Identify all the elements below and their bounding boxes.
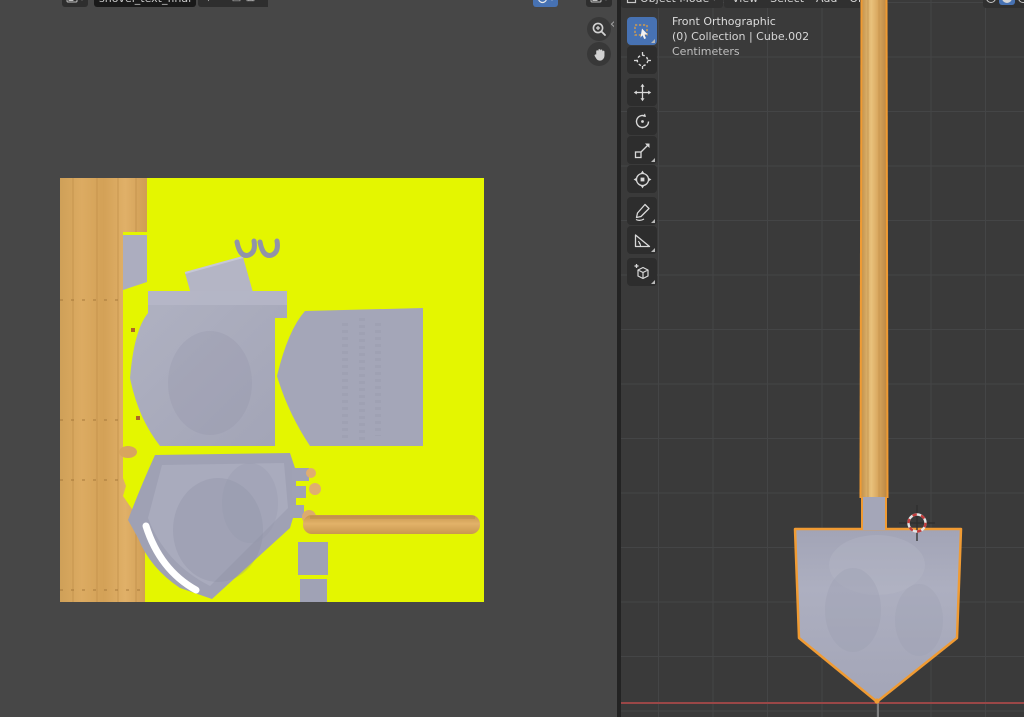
- shovel-handle: [861, 0, 888, 498]
- object-origin: [874, 698, 879, 703]
- uv-texture-image[interactable]: [60, 178, 484, 602]
- viewport-menubar[interactable]: View Select Add Object: [724, 0, 860, 9]
- blade-back-piece: [277, 308, 423, 446]
- wood-tab: [119, 446, 137, 458]
- blade-mottle: [222, 463, 278, 543]
- chevron-down-icon: ▾: [550, 0, 554, 3]
- viewport-canvas[interactable]: [621, 0, 1024, 717]
- display-channels-button[interactable]: ▾: [533, 0, 561, 9]
- new-image-icon[interactable]: ▤: [230, 0, 243, 7]
- shovel-socket: [861, 497, 887, 530]
- zoom-button[interactable]: [587, 17, 611, 41]
- blade-tab: [292, 486, 306, 498]
- metal-plate: [300, 579, 327, 602]
- blade-mottle: [895, 584, 943, 656]
- solid-shading-active[interactable]: [999, 0, 1015, 5]
- object-mode-icon: [626, 0, 637, 4]
- magnifier-plus-icon: [591, 21, 607, 37]
- active-object-label: (0) Collection | Cube.002: [672, 29, 809, 44]
- blade-rim: [148, 291, 287, 305]
- cursor-tool-icon: [633, 51, 652, 70]
- image-browse-icon: [66, 0, 78, 4]
- units-label: Centimeters: [672, 44, 809, 59]
- tool-measure[interactable]: [627, 226, 657, 254]
- blade-tab: [290, 505, 304, 518]
- external-arrow-icon: ↗: [280, 0, 288, 7]
- rotate-icon: [633, 112, 652, 131]
- tool-rotate[interactable]: [627, 107, 657, 135]
- material-shading-icon[interactable]: [1018, 0, 1024, 3]
- mode-dropdown[interactable]: Object Mode ▾: [621, 0, 723, 9]
- chevron-down-icon: ▾: [712, 0, 716, 3]
- viewport-3d[interactable]: Object Mode ▾ View Select Add Object Fro…: [621, 0, 1024, 717]
- viewport-overlay-text: Front Orthographic (0) Collection | Cube…: [672, 14, 809, 59]
- wireframe-shading-icon[interactable]: [986, 0, 996, 3]
- external-edit-button[interactable]: ↗: [280, 0, 298, 9]
- image-pin-button[interactable]: ▾: [586, 0, 616, 9]
- metal-plate: [298, 542, 328, 575]
- uv-image-editor[interactable]: ▾ shovel_text_final ▼ ♥ ▤ ▦ ✕ ↗: [0, 0, 617, 717]
- menu-view[interactable]: View: [726, 0, 764, 5]
- annotate-pencil-icon: [633, 202, 652, 221]
- hand-icon: [592, 47, 607, 62]
- transform-icon: [633, 170, 652, 189]
- move-icon: [633, 83, 652, 102]
- image-icon: [590, 0, 602, 4]
- menu-select[interactable]: Select: [764, 0, 810, 5]
- blender-window: ▾ shovel_text_final ▼ ♥ ▤ ▦ ✕ ↗: [0, 0, 1024, 717]
- mode-label: Object Mode: [640, 0, 709, 5]
- tool-transform[interactable]: [627, 165, 657, 193]
- unlink-icon[interactable]: ✕: [258, 0, 268, 7]
- stick-shadow: [310, 516, 475, 519]
- image-browse-button[interactable]: ▾: [62, 0, 92, 9]
- image-name-field[interactable]: shovel_text_final: [94, 0, 196, 9]
- pan-button[interactable]: [587, 42, 611, 66]
- tool-cursor[interactable]: [627, 46, 657, 74]
- tan-blob: [309, 483, 321, 495]
- tool-move[interactable]: [627, 78, 657, 106]
- chevron-down-icon: ▾: [604, 0, 608, 3]
- tool-scale[interactable]: [627, 136, 657, 164]
- tool-add-cube[interactable]: [627, 258, 657, 286]
- metal-piece-small: [123, 235, 147, 290]
- fake-user-icon[interactable]: ♥: [216, 0, 229, 7]
- select-box-icon: [633, 22, 652, 41]
- scale-icon: [633, 141, 652, 160]
- pack-icon[interactable]: ▦: [244, 0, 257, 7]
- handle-selection-edge: [887, 0, 888, 498]
- add-cube-icon: [633, 263, 652, 282]
- menu-add[interactable]: Add: [810, 0, 843, 5]
- red-speck: [131, 328, 135, 332]
- shading-mode-buttons[interactable]: [983, 0, 1024, 9]
- display-mode-icon: [537, 0, 548, 4]
- view-name-label: Front Orthographic: [672, 14, 809, 29]
- collapse-arrow-icon[interactable]: ‹: [610, 20, 615, 30]
- handle-selection-edge: [861, 0, 862, 498]
- pin-icon[interactable]: ▼: [202, 0, 215, 7]
- blade-mottle: [825, 568, 881, 652]
- tool-annotate[interactable]: [627, 197, 657, 225]
- red-speck: [136, 416, 140, 420]
- solid-shading-icon: [1002, 0, 1012, 3]
- blade-mottle: [168, 331, 252, 435]
- tan-blob: [306, 468, 316, 478]
- image-header-icons[interactable]: ▼ ♥ ▤ ▦ ✕: [198, 0, 268, 9]
- chevron-down-icon: ▾: [80, 0, 84, 3]
- menu-object[interactable]: Object: [843, 0, 860, 5]
- tool-select-box[interactable]: [627, 17, 657, 45]
- measure-icon: [633, 231, 652, 250]
